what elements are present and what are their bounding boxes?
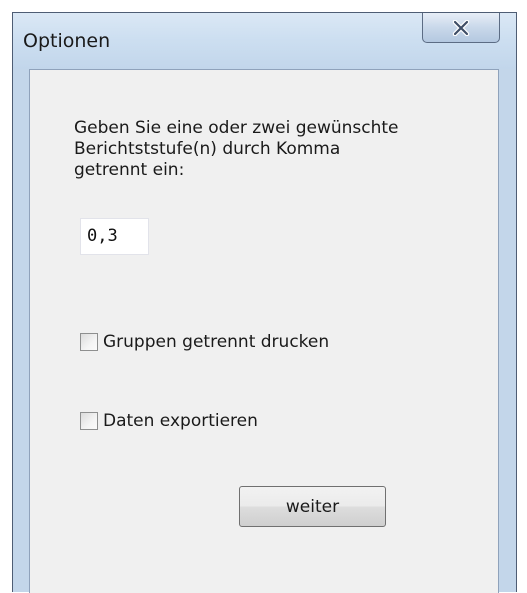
print-groups-label: Gruppen getrennt drucken	[103, 332, 330, 352]
window-title: Optionen	[23, 30, 111, 52]
continue-button[interactable]: weiter	[239, 486, 386, 527]
close-icon	[452, 19, 470, 36]
checkbox-row-export-data[interactable]: Daten exportieren	[80, 411, 258, 431]
options-dialog-window: Optionen Geben Sie eine oder zwei gewüns…	[12, 12, 517, 593]
checkbox-row-print-groups[interactable]: Gruppen getrennt drucken	[80, 332, 329, 352]
close-button[interactable]	[422, 13, 500, 43]
print-groups-checkbox[interactable]	[80, 333, 98, 351]
title-bar[interactable]: Optionen	[13, 13, 516, 69]
export-data-label: Daten exportieren	[103, 411, 258, 431]
instruction-text: Geben Sie eine oder zwei gewünschte Beri…	[74, 118, 399, 180]
export-data-checkbox[interactable]	[80, 412, 98, 430]
report-level-input[interactable]: 0,3	[80, 218, 149, 255]
dialog-content: Geben Sie eine oder zwei gewünschte Beri…	[29, 69, 499, 593]
